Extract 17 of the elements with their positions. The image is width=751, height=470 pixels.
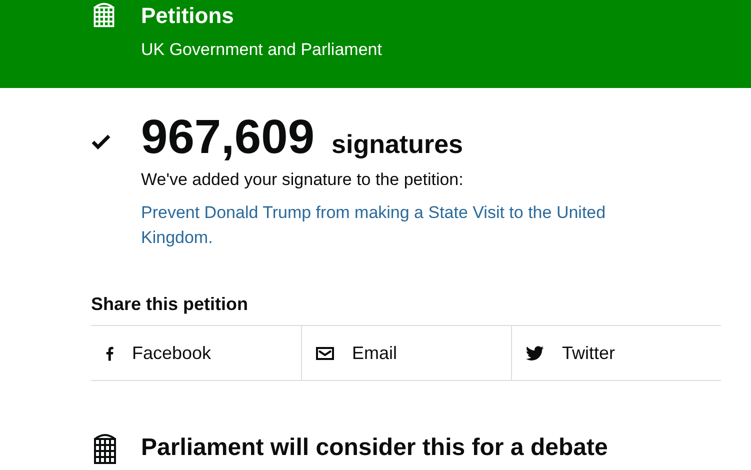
site-subtitle: UK Government and Parliament	[141, 40, 382, 60]
portcullis-icon	[91, 431, 119, 465]
share-heading: Share this petition	[91, 294, 250, 315]
confirmation-message: We've added your signature to the petition:	[141, 170, 464, 190]
facebook-icon	[105, 346, 114, 360]
portcullis-icon	[91, 0, 117, 30]
site-title[interactable]: Petitions	[141, 1, 382, 31]
envelope-icon	[316, 346, 334, 360]
check-icon	[91, 134, 111, 150]
bird-icon	[526, 346, 544, 360]
debate-heading: Parliament will consider this for a debate	[141, 434, 608, 462]
share-link[interactable]: Email	[301, 326, 511, 380]
signature-count: 967,609	[141, 110, 315, 166]
petition-link[interactable]: Prevent Donald Trump from making a State Visit to the United Kingdom.	[141, 200, 681, 250]
share-link[interactable]: Twitter	[511, 326, 721, 380]
share-link[interactable]: Facebook	[91, 326, 301, 380]
signatures-label: signatures	[332, 129, 464, 160]
